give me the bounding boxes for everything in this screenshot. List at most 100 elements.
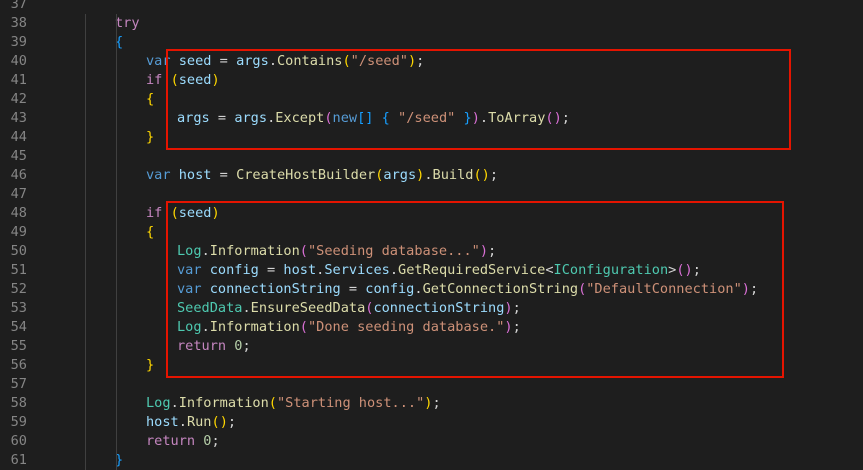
code-line-54[interactable]: 54 Log.Information("Done seeding database… <box>0 318 863 337</box>
code-line-48[interactable]: 48 if (seed) <box>0 204 863 223</box>
line-number: 48 <box>10 205 27 221</box>
line-number: 44 <box>10 129 27 145</box>
code-line-40[interactable]: 40 var seed = args.Contains("/seed"); <box>0 52 863 71</box>
line-number: 55 <box>10 338 27 354</box>
code-token: Information <box>178 395 269 411</box>
code-text: host.Run(); <box>146 413 236 432</box>
code-token: ; <box>692 262 701 278</box>
code-line-44[interactable]: 44} <box>0 128 863 147</box>
code-text: return 0; <box>177 337 251 356</box>
code-token: . <box>389 262 399 278</box>
line-number: 45 <box>10 148 27 164</box>
code-token: GetConnectionString <box>422 281 579 297</box>
code-line-52[interactable]: 52 var connectionString = config.GetConne… <box>0 280 863 299</box>
code-line-37[interactable]: 37 <box>0 0 863 14</box>
code-text: var seed = args.Contains("/seed"); <box>146 52 424 71</box>
code-token: config <box>365 281 415 297</box>
code-token: return <box>177 338 227 354</box>
code-token: host <box>283 262 317 278</box>
line-number: 61 <box>10 452 27 468</box>
code-token: config <box>209 262 259 278</box>
code-line-39[interactable]: 39{ <box>0 33 863 52</box>
code-token: ; <box>416 53 425 69</box>
code-text: try <box>115 14 140 33</box>
code-text: { <box>146 223 154 242</box>
code-token: . <box>242 300 251 316</box>
line-number: 50 <box>10 243 27 259</box>
code-token: Services <box>324 262 390 278</box>
code-line-51[interactable]: 51 var config = host.Services.GetRequired… <box>0 261 863 280</box>
code-token: . <box>201 319 210 335</box>
code-line-50[interactable]: 50 Log.Information("Seeding database...")… <box>0 242 863 261</box>
code-token: ) <box>407 53 417 69</box>
code-token: host <box>178 167 212 183</box>
code-token: ; <box>227 414 237 430</box>
code-token: ) <box>684 262 693 278</box>
code-token: ; <box>561 110 570 126</box>
code-line-38[interactable]: 38 try <box>0 14 863 33</box>
code-token: var <box>177 281 202 297</box>
code-text: Log.Information("Starting host..."); <box>146 394 441 413</box>
code-line-60[interactable]: 60 return 0; <box>0 432 863 451</box>
code-line-57[interactable]: 57 <box>0 375 863 394</box>
code-token: . <box>268 53 277 69</box>
code-token: } <box>463 110 472 126</box>
code-token: IConfiguration <box>553 262 669 278</box>
code-text: SeedData.EnsureSeedData(connectionString… <box>177 299 521 318</box>
code-token: = <box>258 262 284 278</box>
code-token: ( <box>299 243 308 259</box>
code-line-49[interactable]: 49 { <box>0 223 863 242</box>
code-token: var <box>177 262 202 278</box>
code-token: Except <box>275 110 325 126</box>
code-text: var connectionString = config.GetConnect… <box>177 280 758 299</box>
code-token: CreateHostBuilder <box>236 167 376 183</box>
code-token: "Starting host..." <box>276 395 425 411</box>
code-token: return <box>146 433 196 449</box>
code-editor[interactable]: 37 38 try 39{40 var seed = args.Contains("/s… <box>0 0 863 470</box>
code-line-53[interactable]: 53 SeedData.EnsureSeedData(connectionStri… <box>0 299 863 318</box>
line-number: 49 <box>10 224 27 240</box>
code-token: ( <box>268 395 277 411</box>
code-line-43[interactable]: 43 args = args.Except(new[] { "/seed" }).… <box>0 109 863 128</box>
indent-guide <box>116 14 117 470</box>
code-token: . <box>201 243 210 259</box>
code-text: Log.Information("Seeding database..."); <box>177 242 496 261</box>
code-line-45[interactable]: 45 <box>0 147 863 166</box>
code-token: ) <box>553 110 562 126</box>
code-line-46[interactable]: 46 var host = CreateHostBuilder (args).Bui… <box>0 166 863 185</box>
line-number: 59 <box>10 414 27 430</box>
code-line-58[interactable]: 58 Log.Information("Starting host..."); <box>0 394 863 413</box>
code-token: args <box>383 167 417 183</box>
code-token: . <box>479 110 489 126</box>
line-number: 37 <box>10 0 27 12</box>
code-line-56[interactable]: 56} <box>0 356 863 375</box>
code-token: Information <box>209 319 300 335</box>
code-line-42[interactable]: 42 { <box>0 90 863 109</box>
code-token: } <box>146 357 155 373</box>
code-token: ; <box>512 319 521 335</box>
code-token: "Done seeding database." <box>307 319 505 335</box>
code-line-61[interactable]: 61} <box>0 451 863 470</box>
code-line-55[interactable]: 55 return 0; <box>0 337 863 356</box>
line-number: 53 <box>10 300 27 316</box>
code-line-47[interactable]: 47 <box>0 185 863 204</box>
line-number: 54 <box>10 319 27 335</box>
code-token: "/seed" <box>350 53 408 69</box>
code-token: ( <box>324 110 333 126</box>
code-line-59[interactable]: 59 host.Run(); <box>0 413 863 432</box>
code-token: } <box>146 129 155 145</box>
code-token: if <box>146 72 163 88</box>
code-line-41[interactable]: 41 if (seed) <box>0 71 863 90</box>
line-number: 42 <box>10 91 27 107</box>
code-text: } <box>146 128 154 147</box>
code-token: ; <box>211 433 220 449</box>
code-token: ( <box>473 167 482 183</box>
code-token: Information <box>209 243 300 259</box>
code-token: ) <box>219 414 228 430</box>
line-number: 46 <box>10 167 27 183</box>
